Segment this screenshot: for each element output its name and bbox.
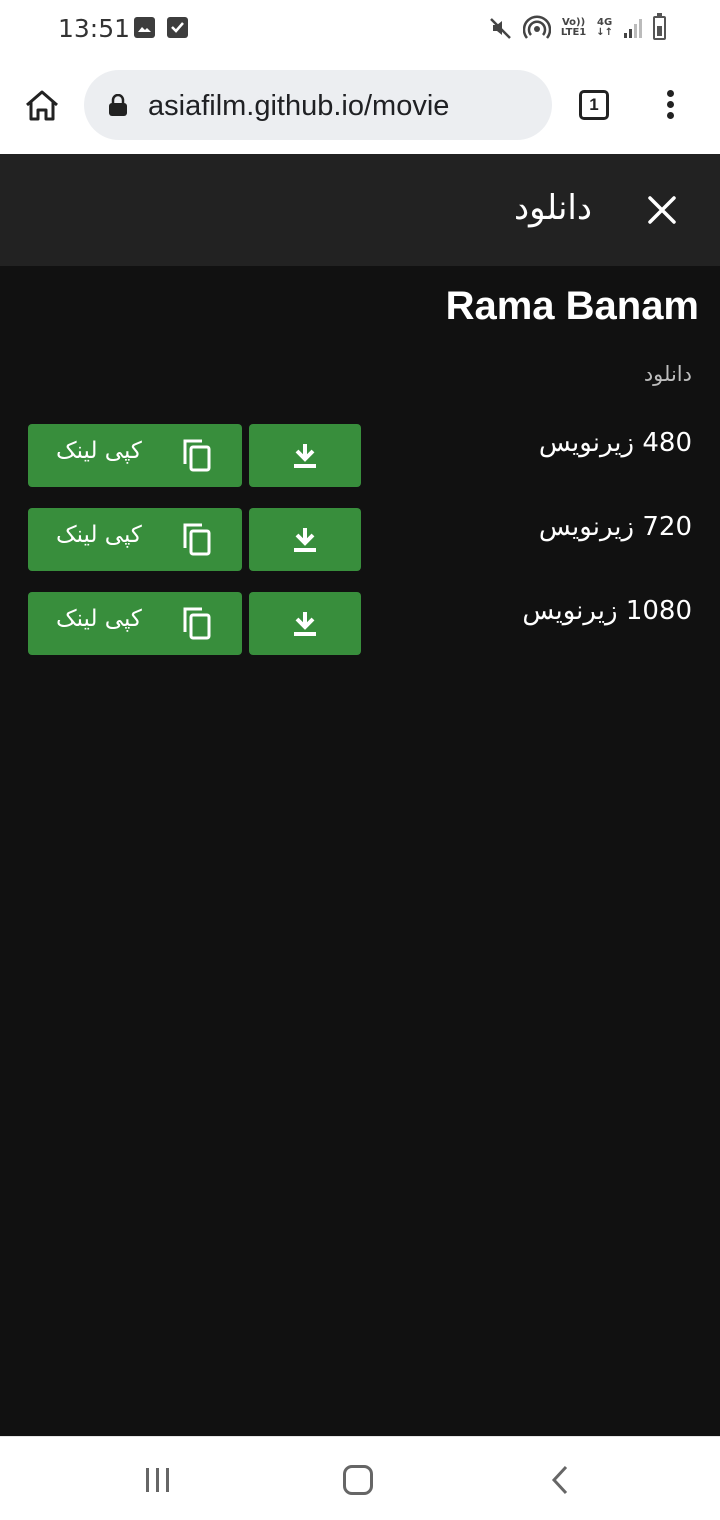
download-button[interactable] xyxy=(249,424,361,487)
copy-link-label: کپی لینک xyxy=(56,606,142,632)
download-row: 720 زیرنویس کپی لینک xyxy=(0,508,720,572)
copy-link-label: کپی لینک xyxy=(56,522,142,548)
close-icon[interactable] xyxy=(642,190,682,230)
header-title: دانلود xyxy=(513,188,592,228)
image-icon xyxy=(134,17,155,38)
download-panel: Rama Banam دانلود 480 زیرنویس کپی لینک 7… xyxy=(0,266,720,1436)
copy-icon xyxy=(183,607,211,640)
download-row: 480 زیرنویس کپی لینک xyxy=(0,424,720,488)
movie-title: Rama Banam xyxy=(445,284,699,328)
copy-link-button[interactable]: کپی لینک xyxy=(28,592,242,655)
signal-icon xyxy=(624,19,642,38)
recent-apps-icon[interactable] xyxy=(144,1467,172,1493)
copy-link-button[interactable]: کپی لینک xyxy=(28,508,242,571)
status-time: 13:51 xyxy=(58,14,131,43)
section-label: دانلود xyxy=(643,362,692,386)
copy-icon xyxy=(183,439,211,472)
hotspot-icon xyxy=(522,15,551,39)
back-icon[interactable] xyxy=(548,1465,572,1495)
lock-icon xyxy=(109,94,127,116)
copy-link-label: کپی لینک xyxy=(56,438,142,464)
status-bar: 13:51 Vo)) LTE1 4G ↓↑ xyxy=(0,0,720,58)
app-header: دانلود xyxy=(0,154,720,266)
system-nav-bar xyxy=(0,1436,720,1520)
copy-link-button[interactable]: کپی لینک xyxy=(28,424,242,487)
download-icon xyxy=(294,528,316,552)
home-icon[interactable] xyxy=(22,86,62,126)
copy-icon xyxy=(183,523,211,556)
check-box-icon xyxy=(167,17,188,38)
browser-toolbar: asiafilm.github.io/movie 1 xyxy=(0,58,720,154)
download-icon xyxy=(294,444,316,468)
download-row: 1080 زیرنویس کپی لینک xyxy=(0,592,720,656)
download-button[interactable] xyxy=(249,508,361,571)
battery-icon xyxy=(653,13,666,40)
quality-label: 720 زیرنویس xyxy=(538,512,692,542)
address-bar[interactable]: asiafilm.github.io/movie xyxy=(84,70,552,140)
download-button[interactable] xyxy=(249,592,361,655)
4g-icon: 4G ↓↑ xyxy=(596,17,613,38)
quality-label: 1080 زیرنویس xyxy=(522,596,692,626)
tab-switcher-button[interactable]: 1 xyxy=(579,90,609,120)
quality-label: 480 زیرنویس xyxy=(538,428,692,458)
download-icon xyxy=(294,612,316,636)
volte-label-bottom: LTE1 xyxy=(560,27,587,38)
mute-icon xyxy=(490,18,511,39)
home-nav-icon[interactable] xyxy=(343,1465,373,1495)
volte-icon: Vo)) LTE1 xyxy=(561,18,586,38)
overflow-menu-icon[interactable] xyxy=(663,90,677,124)
url-text: asiafilm.github.io/movie xyxy=(148,90,450,122)
